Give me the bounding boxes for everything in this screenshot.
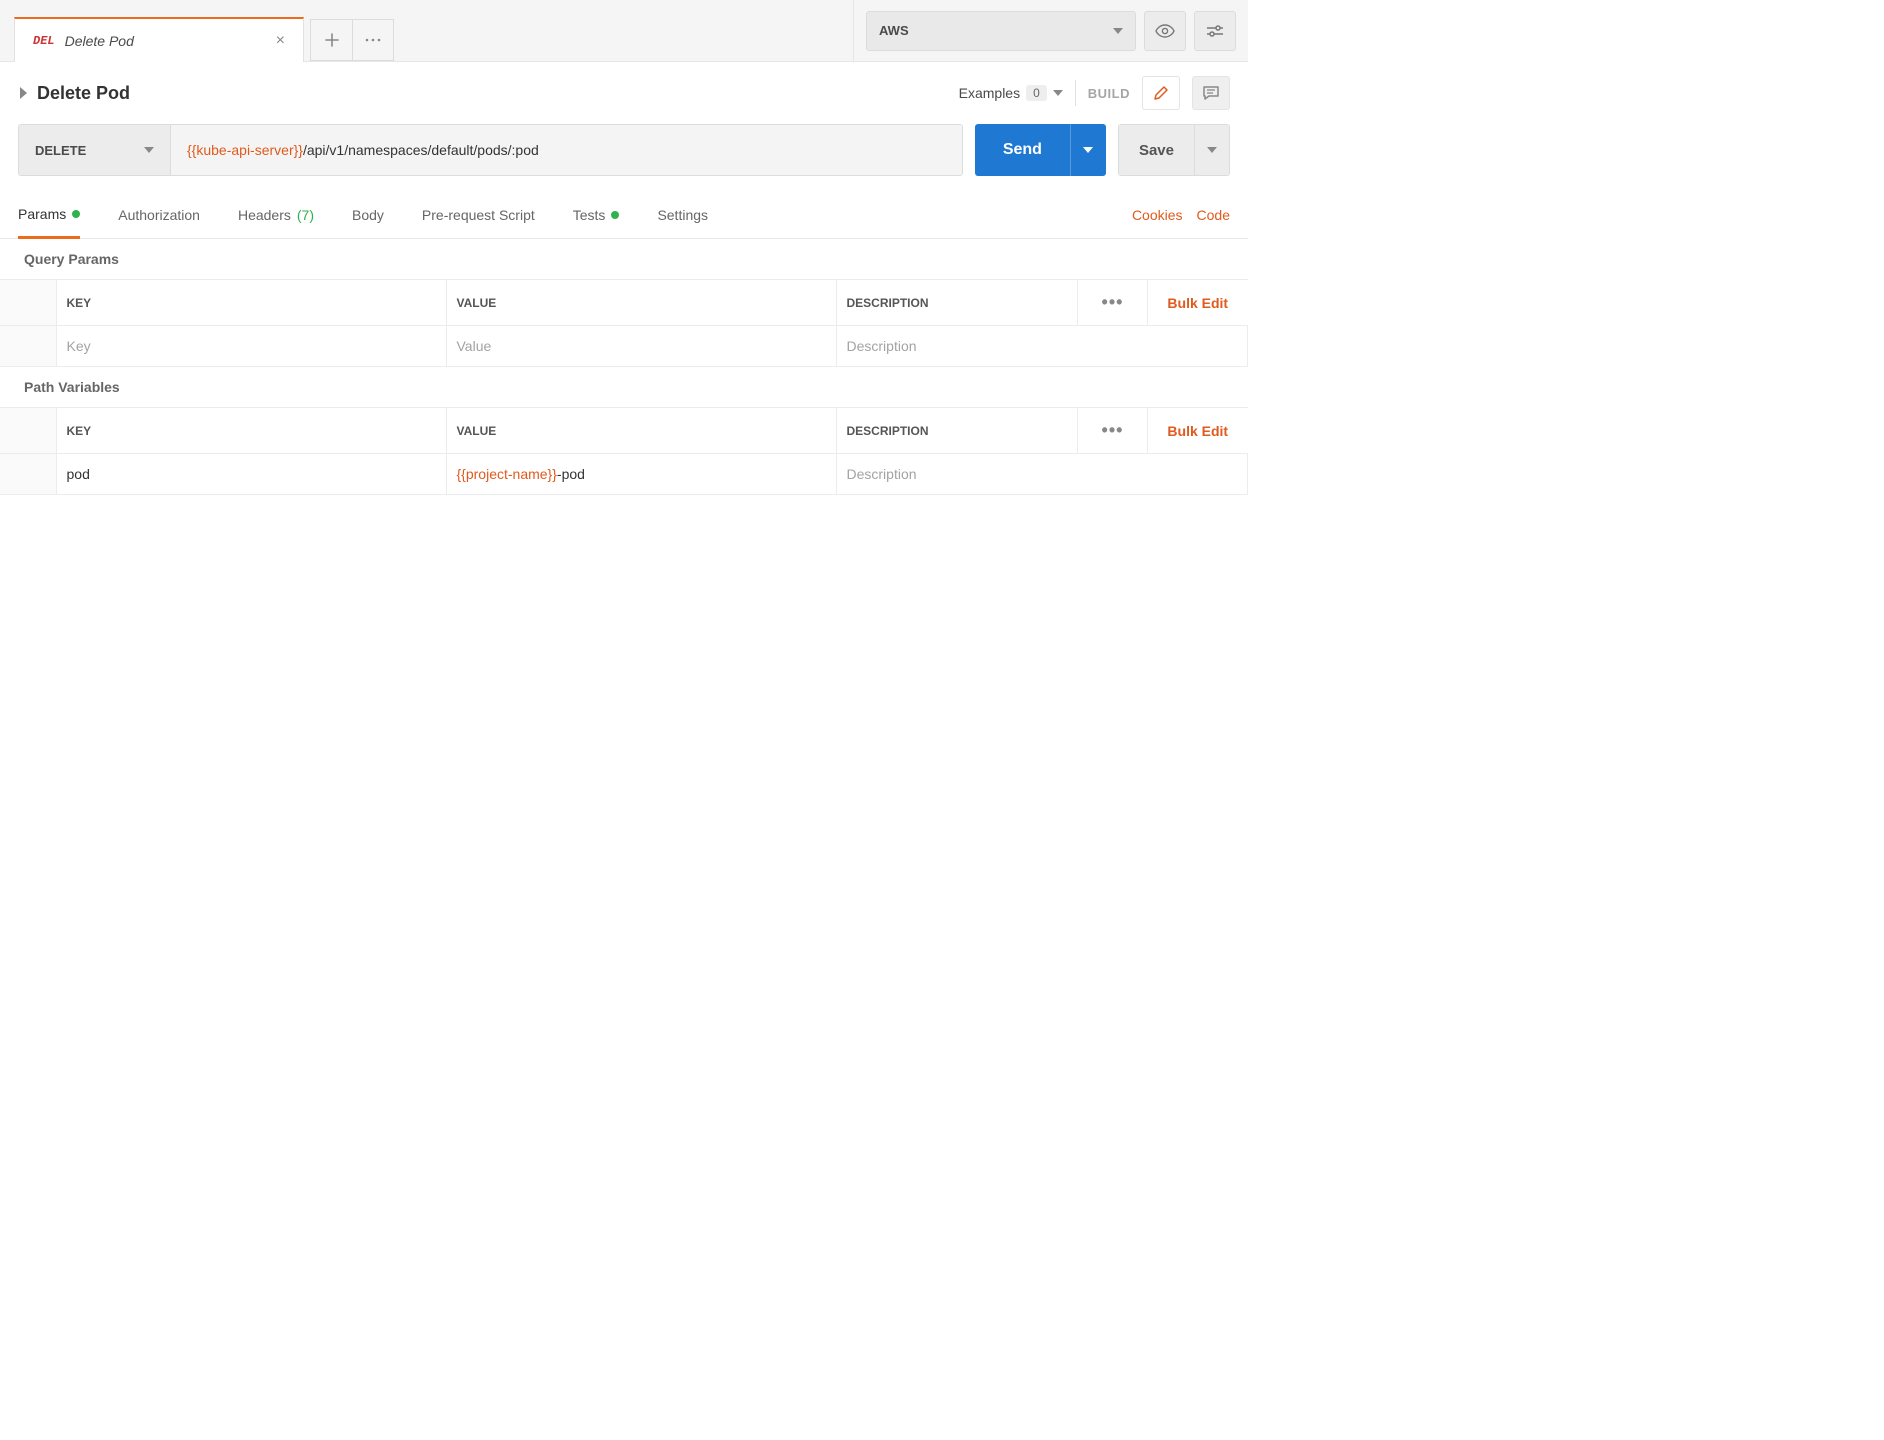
url-path: /api/v1/namespaces/default/pods/:pod — [303, 142, 539, 158]
send-dropdown[interactable] — [1070, 124, 1106, 176]
comments-button[interactable] — [1192, 76, 1230, 110]
send-button[interactable]: Send — [975, 124, 1070, 176]
code-link[interactable]: Code — [1197, 207, 1230, 223]
title-right: Examples 0 BUILD — [959, 76, 1230, 110]
column-description: DESCRIPTION — [836, 408, 1078, 454]
more-icon[interactable]: ••• — [1102, 292, 1124, 312]
save-dropdown[interactable] — [1194, 124, 1230, 176]
environment-area: AWS — [853, 0, 1248, 61]
method-url-group: DELETE {{kube-api-server}}/api/v1/namesp… — [18, 124, 963, 176]
examples-label: Examples — [959, 85, 1020, 101]
environment-preview-button[interactable] — [1144, 11, 1186, 51]
query-params-table: KEY VALUE DESCRIPTION ••• Bulk Edit Key … — [0, 279, 1248, 367]
tab-headers[interactable]: Headers (7) — [238, 193, 314, 237]
tab-tests[interactable]: Tests — [573, 193, 620, 237]
examples-count: 0 — [1026, 85, 1047, 101]
urlbar: DELETE {{kube-api-server}}/api/v1/namesp… — [0, 120, 1248, 192]
status-dot-icon — [611, 211, 619, 219]
row-lead — [0, 326, 56, 367]
column-key: KEY — [56, 408, 446, 454]
description-input[interactable]: Description — [837, 326, 1248, 366]
expand-icon[interactable] — [20, 87, 27, 99]
value-input[interactable]: {{project-name}}-pod — [447, 454, 836, 494]
save-group: Save — [1118, 124, 1230, 176]
cookies-link[interactable]: Cookies — [1132, 207, 1183, 223]
url-input[interactable]: {{kube-api-server}}/api/v1/namespaces/de… — [171, 125, 962, 175]
method-label: DELETE — [35, 143, 86, 158]
chevron-down-icon — [1083, 147, 1093, 153]
method-select[interactable]: DELETE — [19, 125, 171, 175]
column-value: VALUE — [446, 408, 836, 454]
table-row[interactable]: pod {{project-name}}-pod Description — [0, 454, 1248, 495]
more-icon[interactable]: ••• — [1102, 420, 1124, 440]
new-tab-button[interactable] — [310, 19, 352, 61]
environment-select[interactable]: AWS — [866, 11, 1136, 51]
request-subtabs: Params Authorization Headers (7) Body Pr… — [0, 192, 1248, 239]
column-actions: ••• — [1078, 408, 1148, 454]
tab-params[interactable]: Params — [18, 192, 80, 239]
column-key: KEY — [56, 280, 446, 326]
environment-manage-button[interactable] — [1194, 11, 1236, 51]
tab-authorization[interactable]: Authorization — [118, 193, 200, 237]
sliders-icon — [1206, 24, 1224, 38]
key-input[interactable]: pod — [57, 454, 446, 494]
chevron-down-icon — [1113, 28, 1123, 34]
edit-button[interactable] — [1142, 76, 1180, 110]
request-tab[interactable]: DEL Delete Pod × — [14, 17, 304, 62]
examples-dropdown[interactable]: Examples 0 — [959, 85, 1063, 101]
status-dot-icon — [72, 210, 80, 218]
divider — [1075, 80, 1076, 106]
column-actions: ••• — [1078, 280, 1148, 326]
description-input[interactable]: Description — [837, 454, 1248, 494]
chevron-down-icon — [1207, 147, 1217, 153]
section-query-params: Query Params — [0, 239, 1248, 279]
tab-title: Delete Pod — [65, 33, 262, 49]
value-input[interactable]: Value — [447, 326, 836, 366]
bulk-edit-link[interactable]: Bulk Edit — [1167, 295, 1228, 311]
tab-prerequest[interactable]: Pre-request Script — [422, 193, 535, 237]
table-lead — [0, 408, 56, 454]
tab-settings[interactable]: Settings — [657, 193, 708, 237]
path-variables-table: KEY VALUE DESCRIPTION ••• Bulk Edit pod … — [0, 407, 1248, 495]
close-icon[interactable]: × — [272, 32, 289, 50]
tabs-area: DEL Delete Pod × — [0, 0, 853, 61]
send-group: Send — [975, 124, 1106, 176]
chevron-down-icon — [1053, 90, 1063, 96]
tab-method: DEL — [33, 34, 55, 48]
chevron-down-icon — [144, 147, 154, 153]
build-mode[interactable]: BUILD — [1088, 86, 1130, 101]
column-bulk: Bulk Edit — [1148, 408, 1248, 454]
url-variable: {{kube-api-server}} — [187, 142, 303, 158]
table-row[interactable]: Key Value Description — [0, 326, 1248, 367]
save-button[interactable]: Save — [1118, 124, 1194, 176]
environment-name: AWS — [879, 23, 909, 38]
tab-more-button[interactable] — [352, 19, 394, 61]
tab-body[interactable]: Body — [352, 193, 384, 237]
request-title: Delete Pod — [37, 83, 949, 104]
row-lead — [0, 454, 56, 495]
bulk-edit-link[interactable]: Bulk Edit — [1167, 423, 1228, 439]
eye-icon — [1155, 24, 1175, 38]
column-bulk: Bulk Edit — [1148, 280, 1248, 326]
pencil-icon — [1152, 84, 1170, 102]
title-row: Delete Pod Examples 0 BUILD — [0, 62, 1248, 120]
topbar: DEL Delete Pod × AWS — [0, 0, 1248, 62]
column-value: VALUE — [446, 280, 836, 326]
section-path-variables: Path Variables — [0, 367, 1248, 407]
column-description: DESCRIPTION — [836, 280, 1078, 326]
table-lead — [0, 280, 56, 326]
comment-icon — [1202, 85, 1220, 101]
key-input[interactable]: Key — [57, 326, 446, 366]
